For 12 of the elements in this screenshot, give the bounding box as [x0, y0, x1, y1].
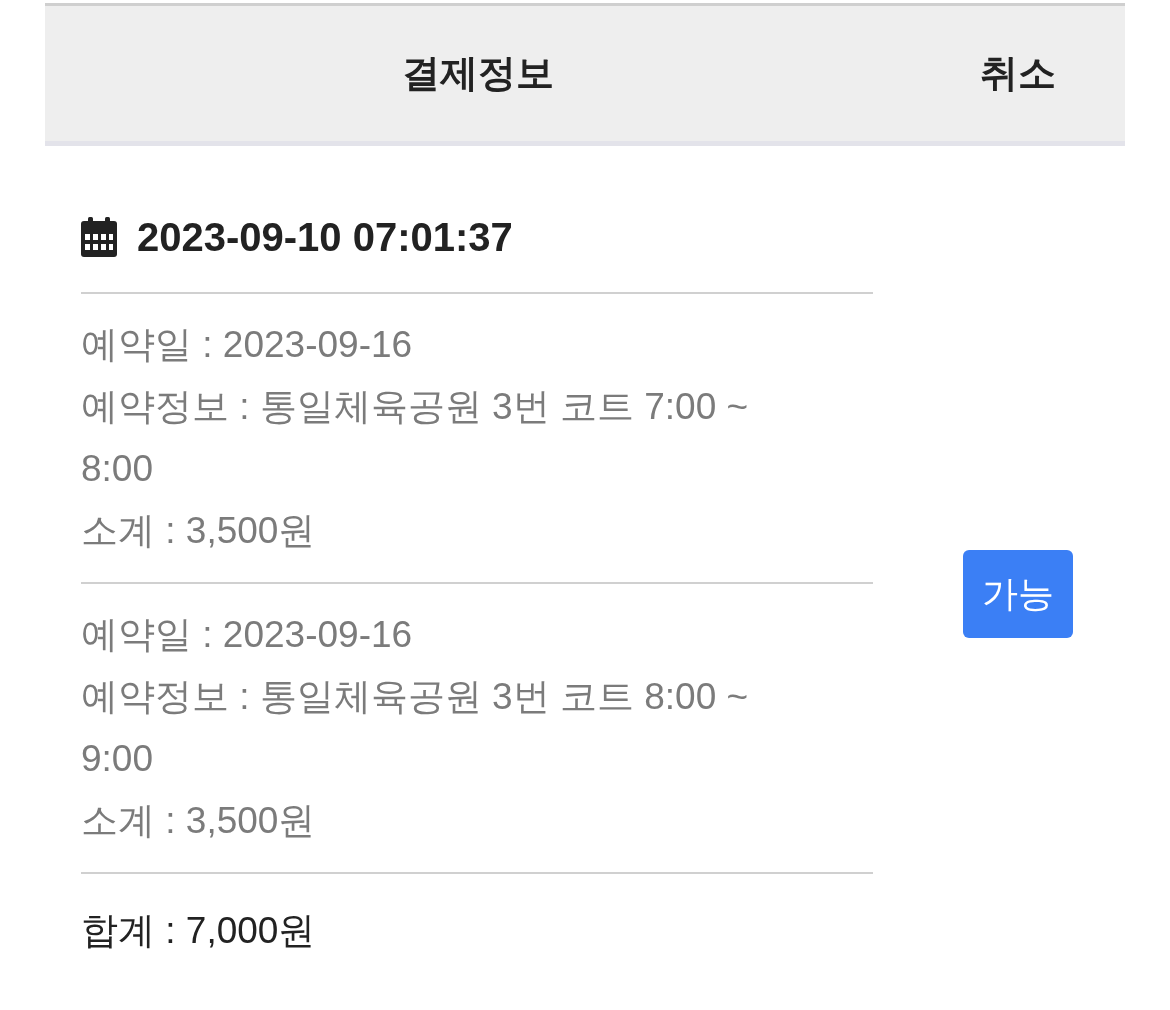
cancel-button[interactable]: 가능 [962, 550, 1073, 638]
reservation-detail: 소계 : 3,500원 [81, 509, 317, 553]
reservation-detail: 예약일 : 2023-09-16 [81, 323, 414, 367]
reservation-detail: 예약일 : 2023-09-16 [81, 613, 414, 657]
calendar-icon [81, 217, 117, 257]
reservation-detail: 예약정보 : 통일체육공원 3번 코트 7:00 ~ 8:00 [81, 385, 750, 491]
reservation-detail: 소계 : 3,500원 [81, 799, 317, 843]
column-header: 취소 [978, 51, 1057, 96]
payment-datetime: 2023-09-10 07:01:37 [137, 214, 513, 261]
total-amount: 합계 : 7,000원 [81, 909, 317, 953]
column-header: 결제정보 [400, 51, 555, 96]
reservation-detail: 예약정보 : 통일체육공원 3번 코트 8:00 ~ 9:00 [81, 675, 750, 781]
